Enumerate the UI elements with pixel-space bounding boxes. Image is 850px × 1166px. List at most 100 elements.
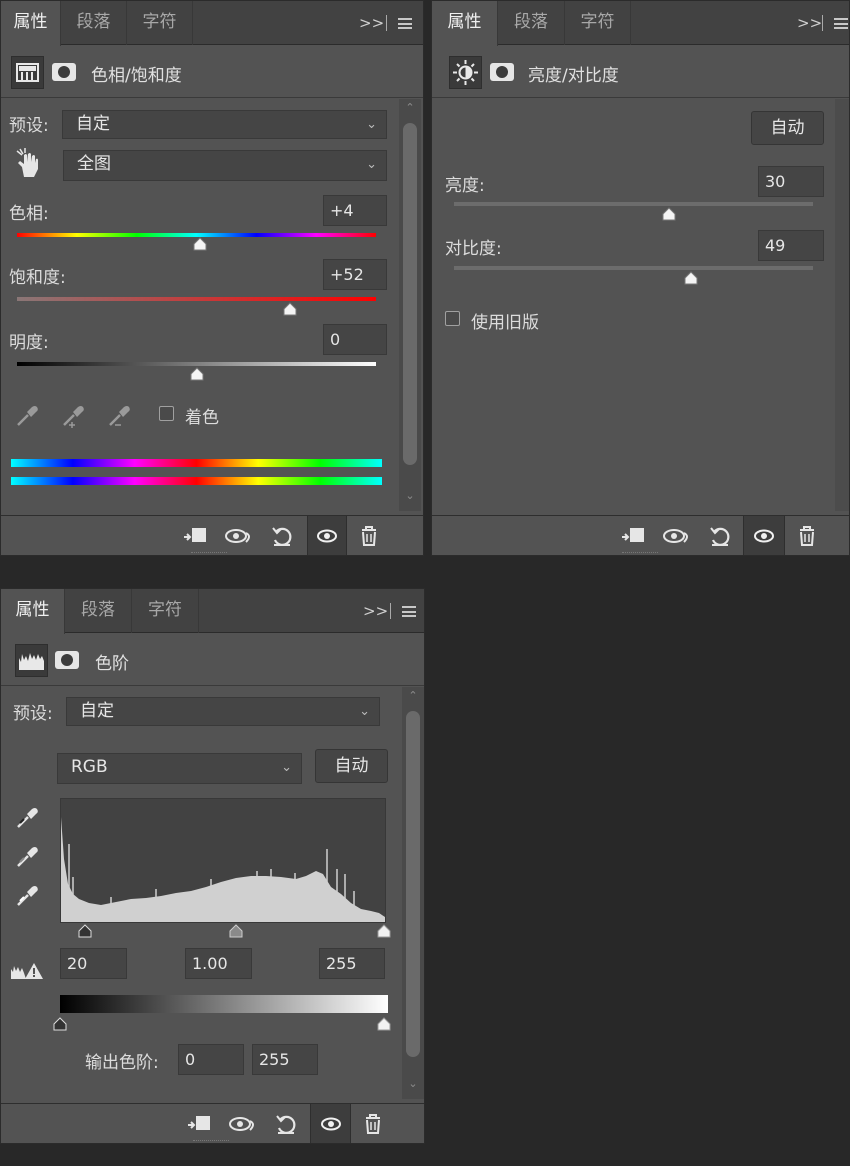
visibility-eye-icon[interactable] xyxy=(307,516,347,555)
tab-properties[interactable]: 属性 xyxy=(432,1,498,46)
view-previous-state-icon[interactable] xyxy=(225,1104,261,1143)
preset-select[interactable]: 自定 ⌄ xyxy=(62,110,387,139)
scrollbar[interactable]: ⌃ ⌄ xyxy=(399,99,421,511)
visibility-eye-icon[interactable] xyxy=(310,1104,351,1143)
levels-icon[interactable] xyxy=(15,644,48,677)
panel-menu-icon[interactable] xyxy=(402,606,416,617)
panel-footer xyxy=(432,515,849,555)
panel-menu-icon[interactable] xyxy=(834,18,848,29)
levels-panel: 属性 段落 字符 >> 色阶 预设: 自定 ⌄ RGB ⌄ 自动 20 1.00… xyxy=(0,588,425,1144)
chevron-down-icon: ⌄ xyxy=(366,117,377,132)
eyedropper-white-icon[interactable] xyxy=(13,881,41,909)
tab-paragraph[interactable]: 段落 xyxy=(65,589,132,633)
brightness-label: 亮度: xyxy=(445,176,485,196)
lightness-slider-track[interactable] xyxy=(17,362,376,366)
auto-button[interactable]: 自动 xyxy=(751,111,824,145)
reset-icon[interactable] xyxy=(264,516,300,555)
output-white-field[interactable]: 255 xyxy=(252,1044,318,1075)
eyedropper-black-icon[interactable] xyxy=(13,803,41,831)
eyedropper-subtract-icon[interactable] xyxy=(105,401,133,429)
saturation-input[interactable]: +52 xyxy=(323,259,387,290)
clip-to-layer-icon[interactable] xyxy=(615,516,651,555)
layer-mask-icon[interactable] xyxy=(52,63,76,81)
trash-icon[interactable] xyxy=(789,516,825,555)
eyedropper-icon[interactable] xyxy=(13,401,41,429)
brightness-input[interactable]: 30 xyxy=(758,166,824,197)
view-previous-state-icon[interactable] xyxy=(221,516,257,555)
lightness-input[interactable]: 0 xyxy=(323,324,387,355)
preset-label: 预设: xyxy=(9,116,49,136)
clip-to-layer-icon[interactable] xyxy=(181,1104,217,1143)
expand-panel-icon[interactable]: >> xyxy=(363,589,388,633)
trash-icon[interactable] xyxy=(351,516,387,555)
input-white-point-slider[interactable] xyxy=(377,924,391,938)
targeted-adjustment-hand-icon[interactable] xyxy=(14,147,42,179)
contrast-input[interactable]: 49 xyxy=(758,230,824,261)
hue-input[interactable]: +4 xyxy=(323,195,387,226)
input-gamma-slider[interactable] xyxy=(229,924,243,938)
colorize-checkbox[interactable] xyxy=(159,406,174,421)
tab-properties[interactable]: 属性 xyxy=(1,1,61,46)
layer-mask-icon[interactable] xyxy=(55,651,79,669)
scroll-up-icon[interactable]: ⌃ xyxy=(402,689,424,702)
layer-mask-icon[interactable] xyxy=(490,63,514,81)
tab-properties[interactable]: 属性 xyxy=(1,589,65,634)
scrollbar[interactable]: ⌃ ⌄ xyxy=(402,687,424,1099)
expand-panel-icon[interactable]: >> xyxy=(359,1,384,45)
saturation-slider-thumb[interactable] xyxy=(283,302,297,316)
saturation-slider-track[interactable] xyxy=(17,297,376,301)
input-gamma-field[interactable]: 1.00 xyxy=(185,948,252,979)
scroll-thumb[interactable] xyxy=(406,711,420,1057)
contrast-slider-track[interactable] xyxy=(454,266,813,270)
tab-paragraph[interactable]: 段落 xyxy=(61,1,127,45)
auto-button[interactable]: 自动 xyxy=(315,749,388,783)
eyedropper-add-icon[interactable] xyxy=(59,401,87,429)
output-black-field[interactable]: 0 xyxy=(178,1044,244,1075)
output-white-slider[interactable] xyxy=(377,1017,391,1031)
brightness-slider-thumb[interactable] xyxy=(662,207,676,221)
brightness-icon[interactable] xyxy=(449,56,482,89)
preset-select[interactable]: 自定 ⌄ xyxy=(66,697,380,726)
resize-grip[interactable] xyxy=(193,1140,229,1143)
resize-grip[interactable] xyxy=(622,552,658,555)
panel-menu-icon[interactable] xyxy=(398,18,412,29)
eyedropper-gray-icon[interactable] xyxy=(13,842,41,870)
reset-icon[interactable] xyxy=(268,1104,304,1143)
channel-select[interactable]: RGB ⌄ xyxy=(57,753,302,784)
tab-character[interactable]: 字符 xyxy=(132,589,199,633)
output-gradient-bar xyxy=(60,995,388,1013)
lightness-label: 明度: xyxy=(9,333,49,353)
channel-select[interactable]: 全图 ⌄ xyxy=(63,150,387,181)
tab-bar: 属性 段落 字符 >> xyxy=(1,1,423,46)
scroll-up-icon[interactable]: ⌃ xyxy=(399,101,421,114)
tab-character[interactable]: 字符 xyxy=(565,1,631,45)
expand-panel-icon[interactable]: >> xyxy=(797,1,822,45)
trash-icon[interactable] xyxy=(355,1104,391,1143)
hue-saturation-panel: 属性 段落 字符 >> 色相/饱和度 预设: 自定 ⌄ 全图 ⌄ 色相: +4 … xyxy=(0,0,424,556)
contrast-label: 对比度: xyxy=(445,239,502,259)
lightness-slider-thumb[interactable] xyxy=(190,367,204,381)
scroll-down-icon[interactable]: ⌄ xyxy=(399,489,421,502)
input-white-field[interactable]: 255 xyxy=(319,948,385,979)
reset-icon[interactable] xyxy=(702,516,738,555)
visibility-eye-icon[interactable] xyxy=(743,516,785,555)
scroll-down-icon[interactable]: ⌄ xyxy=(402,1077,424,1090)
hue-saturation-icon[interactable] xyxy=(11,56,44,89)
contrast-slider-thumb[interactable] xyxy=(684,271,698,285)
view-previous-state-icon[interactable] xyxy=(659,516,695,555)
clipping-warning-icon[interactable] xyxy=(10,959,44,981)
panel-footer xyxy=(1,515,423,555)
use-legacy-checkbox[interactable] xyxy=(445,311,460,326)
tab-paragraph[interactable]: 段落 xyxy=(498,1,565,45)
hue-slider-thumb[interactable] xyxy=(193,237,207,251)
input-black-point-slider[interactable] xyxy=(78,924,92,938)
scrollbar[interactable] xyxy=(835,99,849,511)
scroll-thumb[interactable] xyxy=(403,123,417,465)
output-black-slider[interactable] xyxy=(53,1017,67,1031)
resize-grip[interactable] xyxy=(191,552,227,555)
brightness-slider-track[interactable] xyxy=(454,202,813,206)
tab-character[interactable]: 字符 xyxy=(127,1,193,45)
adjustment-header: 色相/饱和度 xyxy=(1,46,423,98)
clip-to-layer-icon[interactable] xyxy=(177,516,213,555)
input-black-field[interactable]: 20 xyxy=(60,948,127,979)
